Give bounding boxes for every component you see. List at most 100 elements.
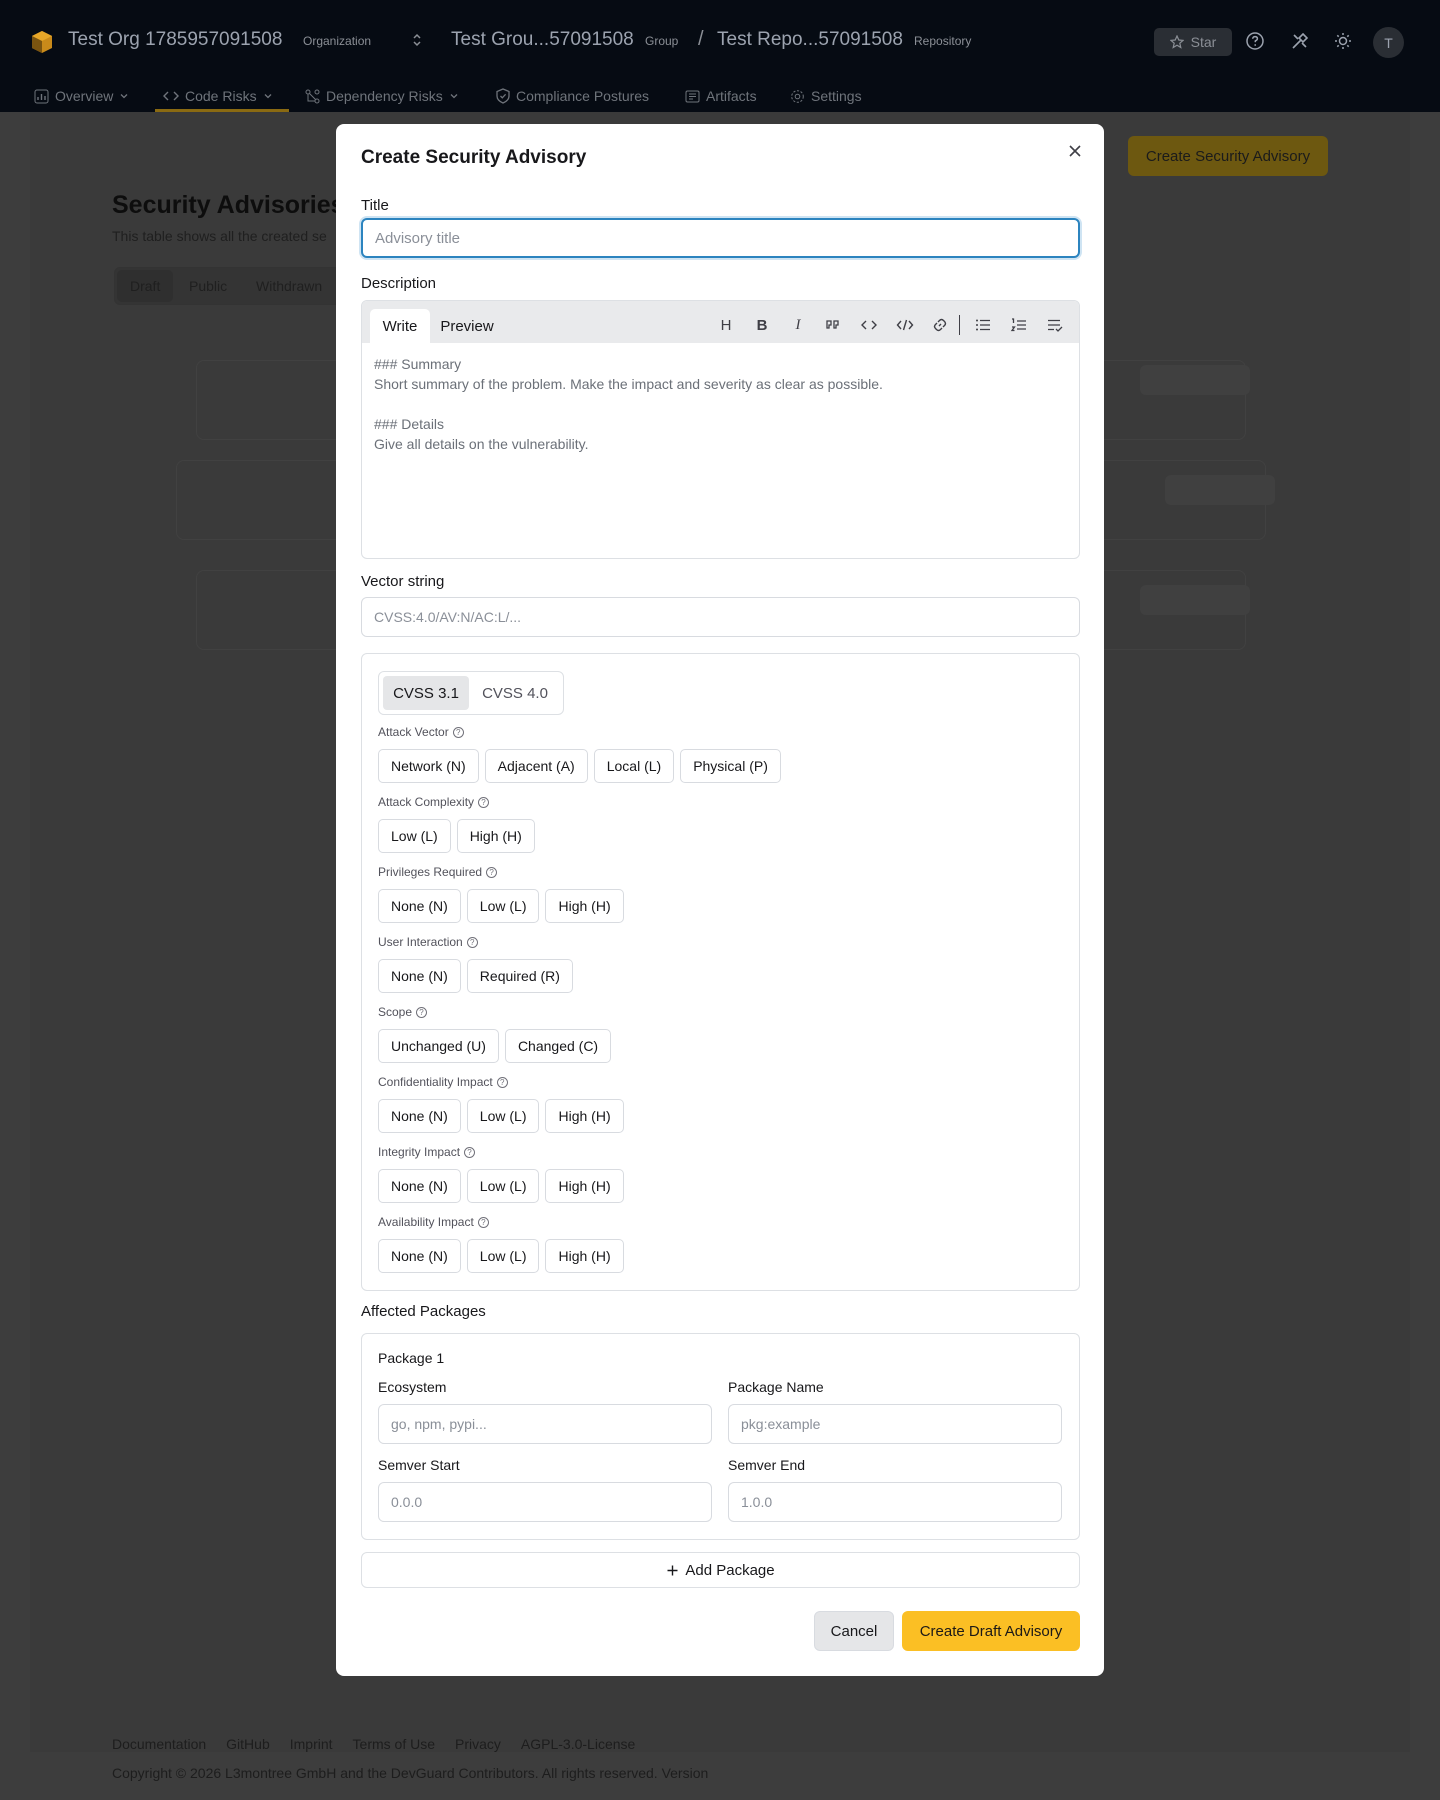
footer-link[interactable]: Privacy — [455, 1736, 501, 1752]
option-network[interactable]: Network (N) — [378, 749, 479, 783]
info-icon[interactable]: ? — [486, 866, 498, 878]
info-icon[interactable]: ? — [464, 1146, 476, 1158]
add-package-label: Add Package — [685, 1561, 775, 1579]
nav-code-risks[interactable]: Code Risks — [163, 80, 273, 112]
metric-label-text: Integrity Impact — [378, 1145, 461, 1159]
ecosystem-input[interactable] — [378, 1404, 712, 1444]
footer-link[interactable]: Terms of Use — [353, 1736, 435, 1752]
metric-label-text: Availability Impact — [378, 1215, 474, 1229]
advisory-title-input[interactable] — [361, 218, 1080, 258]
footer-link[interactable]: GitHub — [226, 1736, 270, 1752]
option-none[interactable]: None (N) — [378, 959, 461, 993]
footer-link[interactable]: Imprint — [290, 1736, 333, 1752]
info-icon[interactable]: ? — [452, 726, 464, 738]
option-low[interactable]: Low (L) — [466, 1099, 540, 1133]
option-low[interactable]: Low (L) — [378, 819, 451, 853]
cvss-3-1-option[interactable]: CVSS 3.1 — [383, 676, 469, 710]
option-local[interactable]: Local (L) — [593, 749, 675, 783]
code-icon — [163, 91, 179, 101]
link-icon[interactable] — [931, 316, 949, 334]
semver-start-input[interactable] — [378, 1482, 712, 1522]
option-required[interactable]: Required (R) — [466, 959, 573, 993]
option-none[interactable]: None (N) — [378, 1099, 461, 1133]
option-physical[interactable]: Physical (P) — [680, 749, 781, 783]
chevron-down-icon — [264, 94, 272, 99]
user-avatar[interactable]: T — [1373, 27, 1404, 58]
nav-artifacts[interactable]: Artifacts — [685, 80, 757, 112]
heading-icon[interactable]: H — [717, 316, 735, 334]
option-low[interactable]: Low (L) — [466, 1169, 540, 1203]
code-icon[interactable] — [860, 316, 878, 334]
quote-icon[interactable] — [824, 316, 842, 334]
description-label: Description — [361, 275, 437, 292]
help-icon[interactable] — [1245, 31, 1265, 51]
bg-create-advisory-button: Create Security Advisory — [1128, 136, 1328, 176]
option-changed[interactable]: Changed (C) — [504, 1029, 612, 1063]
group-name[interactable]: Test Grou...57091508 — [451, 29, 634, 51]
chevron-down-icon — [120, 94, 128, 99]
org-switcher-icon[interactable] — [411, 31, 423, 49]
code-block-icon[interactable] — [896, 316, 914, 334]
metric-label-text: Attack Vector — [378, 725, 449, 739]
star-button[interactable]: Star — [1154, 28, 1232, 56]
nav-settings[interactable]: Settings — [790, 80, 862, 112]
shield-icon — [496, 88, 510, 104]
editor-toolbar: Write Preview H B I — [362, 301, 1079, 343]
tab-public: Public — [189, 278, 228, 294]
numbered-list-icon[interactable] — [1010, 316, 1028, 334]
integrity-impact-options: None (N) Low (L) High (H) — [378, 1169, 624, 1203]
nav-overview[interactable]: Overview — [34, 80, 129, 112]
option-high[interactable]: High (H) — [456, 819, 535, 853]
option-none[interactable]: None (N) — [378, 1169, 461, 1203]
option-high[interactable]: High (H) — [545, 1169, 624, 1203]
bg-pill — [1140, 365, 1250, 395]
main-nav: Overview Code Risks Dependency Risks Com… — [0, 80, 1440, 112]
metric-label-integrity-impact: Integrity Impact? — [378, 1145, 476, 1159]
italic-icon[interactable]: I — [789, 316, 807, 334]
bullet-list-icon[interactable] — [974, 316, 992, 334]
package-card: Package 1 Ecosystem Package Name Semver … — [361, 1333, 1080, 1540]
package-name-input[interactable] — [728, 1404, 1062, 1444]
cancel-button[interactable]: Cancel — [814, 1611, 894, 1651]
option-low[interactable]: Low (L) — [466, 889, 540, 923]
nav-dependency-risks[interactable]: Dependency Risks — [305, 80, 459, 112]
footer-link[interactable]: AGPL-3.0-License — [521, 1736, 635, 1752]
info-icon[interactable]: ? — [496, 1076, 508, 1088]
create-draft-advisory-button[interactable]: Create Draft Advisory — [902, 1611, 1080, 1651]
breadcrumb-separator: / — [698, 28, 704, 50]
option-none[interactable]: None (N) — [378, 889, 461, 923]
info-icon[interactable]: ? — [466, 936, 478, 948]
info-icon[interactable]: ? — [416, 1006, 428, 1018]
cvss-4-0-option[interactable]: CVSS 4.0 — [471, 676, 559, 710]
privileges-required-options: None (N) Low (L) High (H) — [378, 889, 624, 923]
editor-tab-write[interactable]: Write — [370, 309, 430, 343]
option-high[interactable]: High (H) — [545, 889, 624, 923]
footer-link[interactable]: Documentation — [112, 1736, 206, 1752]
bold-icon[interactable]: B — [753, 316, 771, 334]
group-kind: Group — [645, 34, 679, 48]
option-low[interactable]: Low (L) — [466, 1239, 540, 1273]
editor-content[interactable]: ### Summary Short summary of the problem… — [374, 354, 1064, 454]
vector-string-input[interactable] — [361, 597, 1080, 637]
add-package-button[interactable]: Add Package — [361, 1552, 1080, 1588]
repo-name[interactable]: Test Repo...57091508 — [717, 29, 903, 51]
option-high[interactable]: High (H) — [545, 1239, 624, 1273]
option-high[interactable]: High (H) — [545, 1099, 624, 1133]
task-list-icon[interactable] — [1046, 316, 1064, 334]
close-icon[interactable] — [1066, 142, 1084, 160]
nav-compliance-postures[interactable]: Compliance Postures — [496, 80, 649, 112]
devguard-logo[interactable] — [31, 30, 53, 54]
metric-label-user-interaction: User Interaction? — [378, 935, 478, 949]
info-icon[interactable]: ? — [477, 1216, 489, 1228]
semver-end-input[interactable] — [728, 1482, 1062, 1522]
org-name[interactable]: Test Org 1785957091508 — [68, 29, 282, 51]
nav-label: Overview — [55, 88, 114, 104]
tools-icon[interactable] — [1290, 31, 1310, 51]
option-none[interactable]: None (N) — [378, 1239, 461, 1273]
option-unchanged[interactable]: Unchanged (U) — [378, 1029, 499, 1063]
theme-toggle-icon[interactable] — [1333, 31, 1353, 51]
info-icon[interactable]: ? — [478, 796, 490, 808]
option-adjacent[interactable]: Adjacent (A) — [484, 749, 588, 783]
advisory-status-tabs: Draft Public Withdrawn — [114, 267, 354, 305]
editor-tab-preview[interactable]: Preview — [432, 309, 502, 343]
